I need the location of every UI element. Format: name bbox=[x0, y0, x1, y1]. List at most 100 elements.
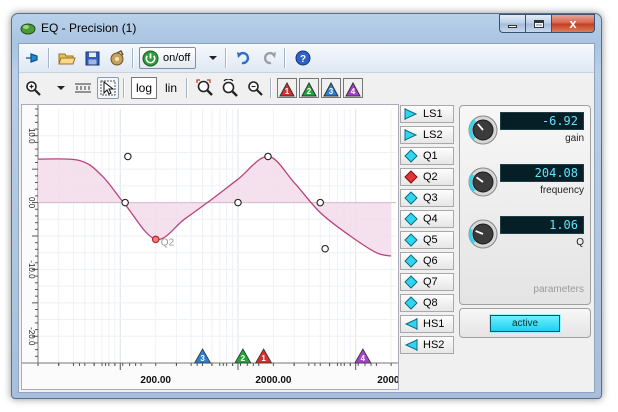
band-handle-6[interactable] bbox=[316, 198, 325, 207]
band-marker-label: 2 bbox=[241, 354, 246, 363]
x-ruler bbox=[22, 363, 398, 389]
band-handle-4[interactable] bbox=[234, 198, 242, 207]
zoom-dropdown[interactable] bbox=[47, 77, 69, 99]
band-item-label: Q3 bbox=[423, 192, 438, 204]
band-item-hs1[interactable]: HS1 bbox=[400, 315, 454, 333]
lin-scale-button[interactable]: lin bbox=[160, 77, 182, 99]
band-toggle-3[interactable]: 3 bbox=[321, 78, 342, 98]
x-tick-label: 2000.00 bbox=[255, 375, 292, 386]
gain-label: gain bbox=[565, 133, 584, 144]
on-off-dropdown[interactable] bbox=[199, 47, 221, 69]
pin-icon bbox=[26, 53, 38, 63]
band-item-q5[interactable]: Q5 bbox=[400, 231, 454, 249]
folder-open-icon bbox=[58, 53, 76, 64]
band-item-q7[interactable]: Q7 bbox=[400, 273, 454, 291]
window-controls: x bbox=[499, 14, 595, 33]
band-item-ls1[interactable]: LS1 bbox=[400, 105, 454, 123]
band-item-q3[interactable]: Q3 bbox=[400, 189, 454, 207]
pointer-icon bbox=[100, 80, 116, 96]
toolbar-separator bbox=[284, 48, 286, 68]
app-icon bbox=[20, 23, 36, 35]
band-triangle-icon: 2 bbox=[301, 82, 317, 97]
x-tick-label: 200.00 bbox=[140, 375, 171, 386]
q-knob[interactable] bbox=[468, 219, 498, 249]
band-handle-2[interactable] bbox=[124, 152, 132, 161]
minimize-button[interactable] bbox=[499, 14, 525, 33]
save-button[interactable] bbox=[81, 47, 103, 69]
select-tool-button[interactable] bbox=[97, 77, 119, 99]
redo-button[interactable] bbox=[258, 47, 280, 69]
ruler-tool-button[interactable] bbox=[72, 77, 94, 99]
band-marker-label: 4 bbox=[361, 354, 366, 363]
band-item-label: HS1 bbox=[423, 318, 445, 330]
y-tick-label: -10.0 bbox=[27, 260, 36, 279]
toolbar-separator bbox=[132, 48, 133, 68]
y-ruler bbox=[22, 105, 38, 363]
band-item-hs2[interactable]: HS2 bbox=[400, 336, 454, 354]
peak-icon bbox=[404, 275, 418, 289]
zoom-tool-button[interactable] bbox=[22, 77, 44, 99]
active-toggle-button[interactable]: active bbox=[490, 315, 560, 332]
q-control: 1.06 Q bbox=[466, 216, 588, 262]
eq-curve-plot[interactable]: 10.0 0.0 -10.0 -20.0 200.00 2000.00 20000 Q2 3 2 1… bbox=[21, 104, 399, 390]
band-item-q8[interactable]: Q8 bbox=[400, 294, 454, 312]
toolbar-separator bbox=[48, 48, 49, 68]
zoom-reset-button[interactable] bbox=[219, 77, 241, 99]
gain-value[interactable]: -6.92 bbox=[500, 112, 584, 130]
pin-button[interactable] bbox=[22, 47, 44, 69]
maximize-button[interactable] bbox=[525, 14, 551, 33]
undo-button[interactable] bbox=[233, 47, 255, 69]
selected-point-label: Q2 bbox=[161, 237, 175, 248]
peak-icon bbox=[404, 296, 418, 310]
band-item-q2[interactable]: Q2 bbox=[400, 168, 454, 186]
band-toggle-2[interactable]: 2 bbox=[299, 78, 320, 98]
high-shelf-icon bbox=[404, 339, 418, 351]
close-button[interactable]: x bbox=[551, 14, 595, 33]
redo-icon bbox=[264, 51, 277, 65]
band-toggle-1[interactable]: 1 bbox=[277, 78, 298, 98]
band-item-q6[interactable]: Q6 bbox=[400, 252, 454, 270]
zoom-fit-button[interactable] bbox=[194, 77, 216, 99]
help-button[interactable]: ? bbox=[292, 47, 314, 69]
eq-curve-svg[interactable]: 10.0 0.0 -10.0 -20.0 200.00 2000.00 20000 Q2 3 2 1… bbox=[22, 105, 398, 389]
peak-icon bbox=[404, 170, 418, 184]
band-handle-3[interactable] bbox=[151, 235, 160, 244]
band-handle-1[interactable] bbox=[121, 198, 129, 207]
preset-icon bbox=[110, 50, 124, 66]
band-item-label: LS1 bbox=[423, 108, 443, 120]
zoom-out-button[interactable] bbox=[244, 77, 266, 99]
log-scale-button[interactable]: log bbox=[131, 77, 158, 99]
y-tick-label: -20.0 bbox=[27, 327, 36, 346]
svg-text:?: ? bbox=[300, 54, 306, 65]
band-item-label: Q2 bbox=[423, 171, 438, 183]
band-triangle-icon: 3 bbox=[323, 82, 339, 97]
band-item-icon bbox=[403, 233, 419, 247]
band-item-ls2[interactable]: LS2 bbox=[400, 126, 454, 144]
band-triangle-icon: 1 bbox=[279, 82, 295, 97]
peak-icon bbox=[404, 212, 418, 226]
frequency-knob[interactable] bbox=[468, 167, 498, 197]
gain-control: -6.92 gain bbox=[466, 112, 588, 158]
band-item-label: Q4 bbox=[423, 213, 438, 225]
band-item-q1[interactable]: Q1 bbox=[400, 147, 454, 165]
q-value[interactable]: 1.06 bbox=[500, 216, 584, 234]
band-item-label: Q6 bbox=[423, 255, 438, 267]
toolbar-separator bbox=[225, 48, 227, 68]
frequency-value[interactable]: 204.08 bbox=[500, 164, 584, 182]
band-handle-5[interactable] bbox=[264, 152, 272, 161]
open-button[interactable] bbox=[56, 47, 78, 69]
toolbar-separator bbox=[186, 78, 188, 98]
window-title: EQ - Precision (1) bbox=[41, 21, 137, 35]
on-off-label: on/off bbox=[163, 52, 191, 64]
on-off-toggle[interactable]: on/off bbox=[139, 47, 197, 69]
band-toggle-4[interactable]: 4 bbox=[343, 78, 364, 98]
band-item-icon bbox=[403, 170, 419, 184]
preset-button[interactable] bbox=[106, 47, 128, 69]
band-handle-7[interactable] bbox=[321, 244, 329, 253]
gain-knob[interactable] bbox=[468, 115, 498, 145]
title-bar[interactable]: EQ - Precision (1) x bbox=[12, 14, 601, 42]
low-shelf-icon bbox=[404, 129, 418, 141]
toolbar-separator bbox=[123, 78, 124, 98]
band-item-q4[interactable]: Q4 bbox=[400, 210, 454, 228]
parameters-panel: -6.92 gain 204.08 frequency 1.06 Q param… bbox=[459, 105, 591, 305]
